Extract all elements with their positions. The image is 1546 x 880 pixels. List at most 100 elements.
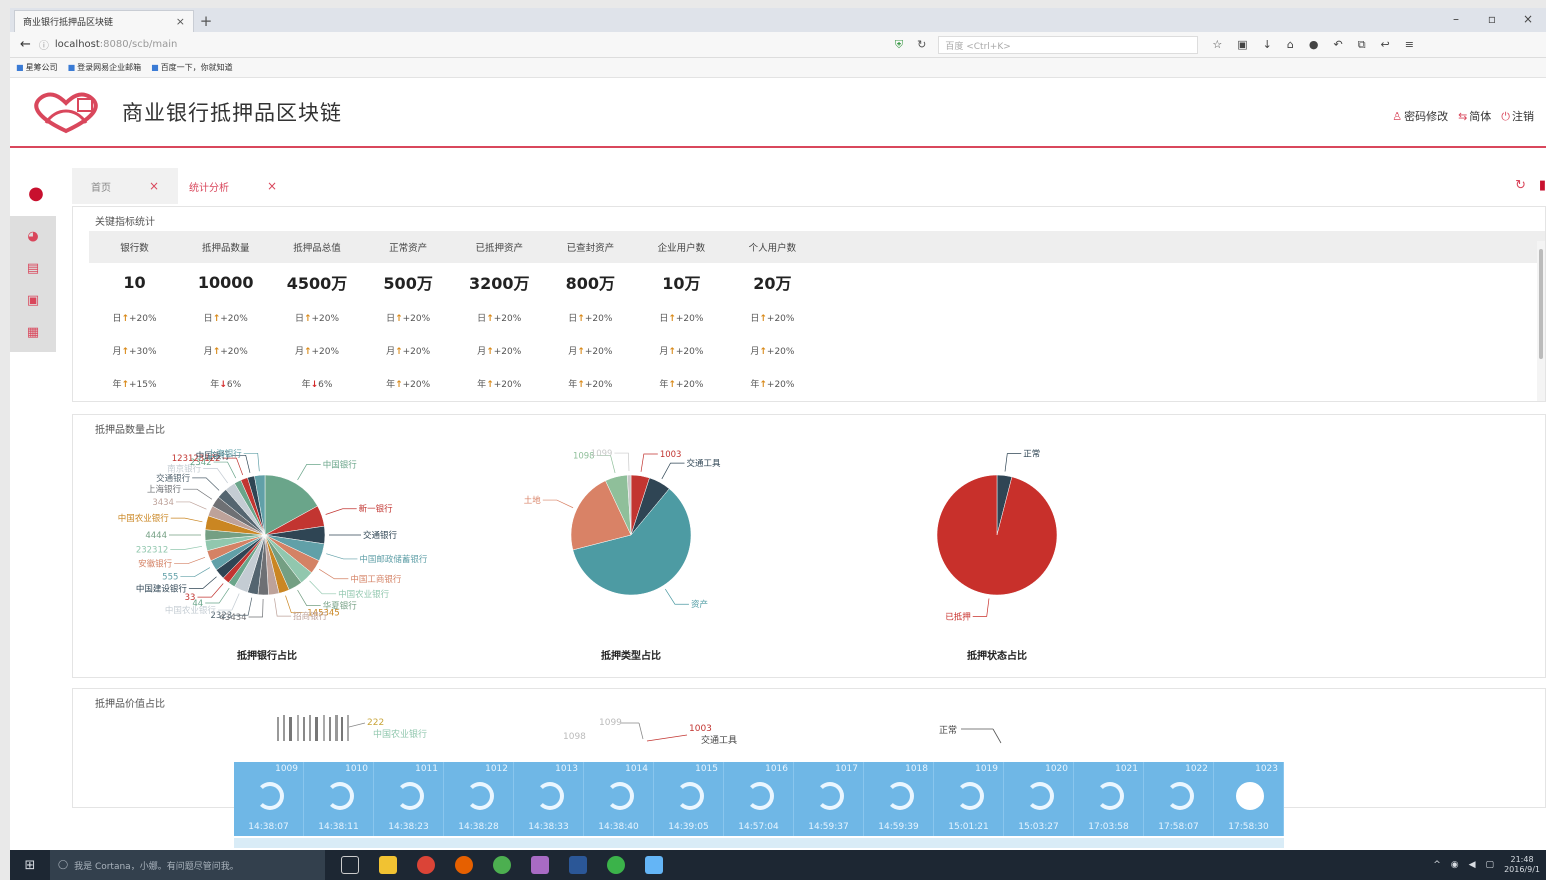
block-item[interactable]: 1012 14:38:28 [444, 762, 514, 836]
kpi-change-day: 日↑+20% [727, 301, 818, 334]
block-item[interactable]: 1011 14:38:23 [374, 762, 444, 836]
download-icon[interactable]: ↓ [1263, 38, 1272, 52]
cortana-search[interactable]: ◯ 我是 Cortana，小娜。有问题尽管问我。 [50, 850, 325, 880]
editor-icon[interactable] [645, 856, 663, 874]
close-icon[interactable]: × [149, 179, 159, 193]
file-explorer-icon[interactable] [379, 856, 397, 874]
app-icon[interactable] [531, 856, 549, 874]
window-close-button[interactable]: × [1510, 8, 1546, 30]
menu-icon[interactable]: ≡ [1405, 38, 1414, 52]
change-value: +20% [220, 347, 248, 357]
task-view-icon[interactable] [341, 856, 359, 874]
undo-icon[interactable]: ↶ [1333, 38, 1342, 52]
save-icon[interactable]: ▣ [10, 284, 56, 316]
back-arrow-icon[interactable]: ← [20, 37, 31, 52]
kpi-value: 10万 [662, 274, 701, 293]
network-icon[interactable]: ◉ [1451, 860, 1459, 870]
block-item[interactable]: 1022 17:58:07 [1144, 762, 1214, 836]
block-item[interactable]: 1010 14:38:11 [304, 762, 374, 836]
browser-navbar: ← ⓘ localhost:8080/scb/main ⛨ ↻ 百度 <Ctrl… [10, 32, 1546, 58]
block-number: 1021 [1115, 764, 1138, 774]
kpi-change-day: 日↑+20% [363, 301, 454, 334]
block-item[interactable]: 1016 14:57:04 [724, 762, 794, 836]
browser-tab[interactable]: 商业银行抵押品区块链 × [14, 10, 194, 32]
block-item[interactable]: 1017 14:59:37 [794, 762, 864, 836]
panel-title: 关键指标统计 [95, 217, 155, 228]
block-number: 1020 [1045, 764, 1068, 774]
block-time: 14:38:33 [528, 822, 569, 832]
messenger-icon[interactable] [493, 856, 511, 874]
tab-home[interactable]: 首页 × [72, 168, 178, 204]
wechat-icon[interactable] [607, 856, 625, 874]
clipboard-icon[interactable]: ▣ [1237, 38, 1247, 52]
loading-spinner-icon [466, 782, 494, 810]
url-bar[interactable]: localhost:8080/scb/main [55, 39, 875, 50]
reply-icon[interactable]: ↩ [1381, 38, 1390, 52]
search-input[interactable]: 百度 <Ctrl+K> [938, 35, 1199, 54]
block-item[interactable]: 1019 15:01:21 [934, 762, 1004, 836]
close-icon[interactable]: × [176, 15, 185, 28]
chrome-icon[interactable] [417, 856, 435, 874]
windows-start-icon[interactable]: ⊞ [10, 858, 50, 873]
sidebar-menu: ◕ ▤ ▣ ▦ [10, 216, 56, 352]
profile-icon[interactable]: ● [10, 170, 62, 216]
value-label: 1099 [599, 718, 622, 728]
reload-icon[interactable]: ↻ [917, 38, 926, 52]
slice-label: 中国农业银行 [118, 513, 170, 524]
shield-icon[interactable]: ⛨ [895, 38, 903, 52]
pie-chart-icon[interactable]: ◕ [10, 220, 56, 252]
refresh-icon[interactable]: ↻ [1515, 178, 1526, 193]
password-change-link[interactable]: ♙ 密码修改 [1392, 108, 1448, 124]
slice-label: 中国银行 [323, 459, 358, 470]
word-icon[interactable] [569, 856, 587, 874]
page-tabs: 首页 × 统计分析 × ↻ ▮ [72, 168, 1546, 204]
taskbar-apps [341, 856, 663, 874]
block-number: 1014 [625, 764, 648, 774]
block-time: 14:59:39 [878, 822, 919, 832]
block-time: 17:58:07 [1158, 822, 1199, 832]
bookmark-item[interactable]: 星筹公司 [16, 62, 58, 73]
volume-icon[interactable]: ◀ [1469, 860, 1476, 870]
kpi-value: 10 [123, 272, 146, 292]
new-tab-button[interactable]: + [194, 10, 218, 32]
language-link[interactable]: ⇆ 简体 [1458, 108, 1491, 124]
period-label: 年 [301, 380, 311, 390]
kpi-change-month: 月↑+20% [545, 334, 636, 367]
clock[interactable]: 21:48 2016/9/1 [1504, 855, 1540, 875]
maximize-button[interactable]: ▫ [1474, 8, 1510, 30]
block-item[interactable]: 1009 14:38:07 [234, 762, 304, 836]
block-item[interactable]: 1023 17:58:30 [1214, 762, 1284, 836]
block-item[interactable]: 1014 14:38:40 [584, 762, 654, 836]
minimize-button[interactable]: – [1438, 8, 1474, 30]
bookmark-item[interactable]: 登录网易企业邮箱 [68, 62, 141, 73]
kpi-change-day: 日↑+20% [271, 301, 362, 334]
list-icon[interactable]: ▦ [10, 316, 56, 348]
user-icon: ♙ [1392, 110, 1403, 123]
bookmark-item[interactable]: 百度一下，你就知道 [151, 62, 233, 73]
calendar-icon[interactable]: ▤ [10, 252, 56, 284]
notification-icon[interactable]: ▢ [1486, 860, 1495, 870]
tab-statistics[interactable]: 统计分析 × [180, 168, 286, 204]
swap-icon: ⇆ [1458, 110, 1468, 123]
crop-icon[interactable]: ⧉ [1358, 38, 1366, 52]
scrollbar[interactable] [1537, 241, 1545, 401]
home-icon[interactable]: ⌂ [1287, 38, 1294, 52]
star-icon[interactable]: ☆ [1212, 38, 1222, 52]
block-item[interactable]: 1013 14:38:33 [514, 762, 584, 836]
block-item[interactable]: 1018 14:59:39 [864, 762, 934, 836]
block-item[interactable]: 1015 14:39:05 [654, 762, 724, 836]
close-icon[interactable]: × [267, 179, 277, 193]
trash-icon[interactable]: ▮ [1539, 178, 1546, 193]
bank-value-bars [277, 715, 349, 741]
firefox-icon[interactable] [455, 856, 473, 874]
pie-slice[interactable] [936, 474, 1058, 596]
tray-chevron-icon[interactable]: ^ [1433, 860, 1441, 870]
block-item[interactable]: 1020 15:03:27 [1004, 762, 1074, 836]
scrollbar-thumb[interactable] [1539, 249, 1543, 359]
logout-link[interactable]: ⏻ 注销 [1501, 108, 1534, 124]
block-time: 15:03:27 [1018, 822, 1059, 832]
block-item[interactable]: 1021 17:03:58 [1074, 762, 1144, 836]
chat-icon[interactable]: ● [1309, 38, 1319, 52]
info-icon[interactable]: ⓘ [39, 37, 49, 52]
loading-spinner-icon [536, 782, 564, 810]
